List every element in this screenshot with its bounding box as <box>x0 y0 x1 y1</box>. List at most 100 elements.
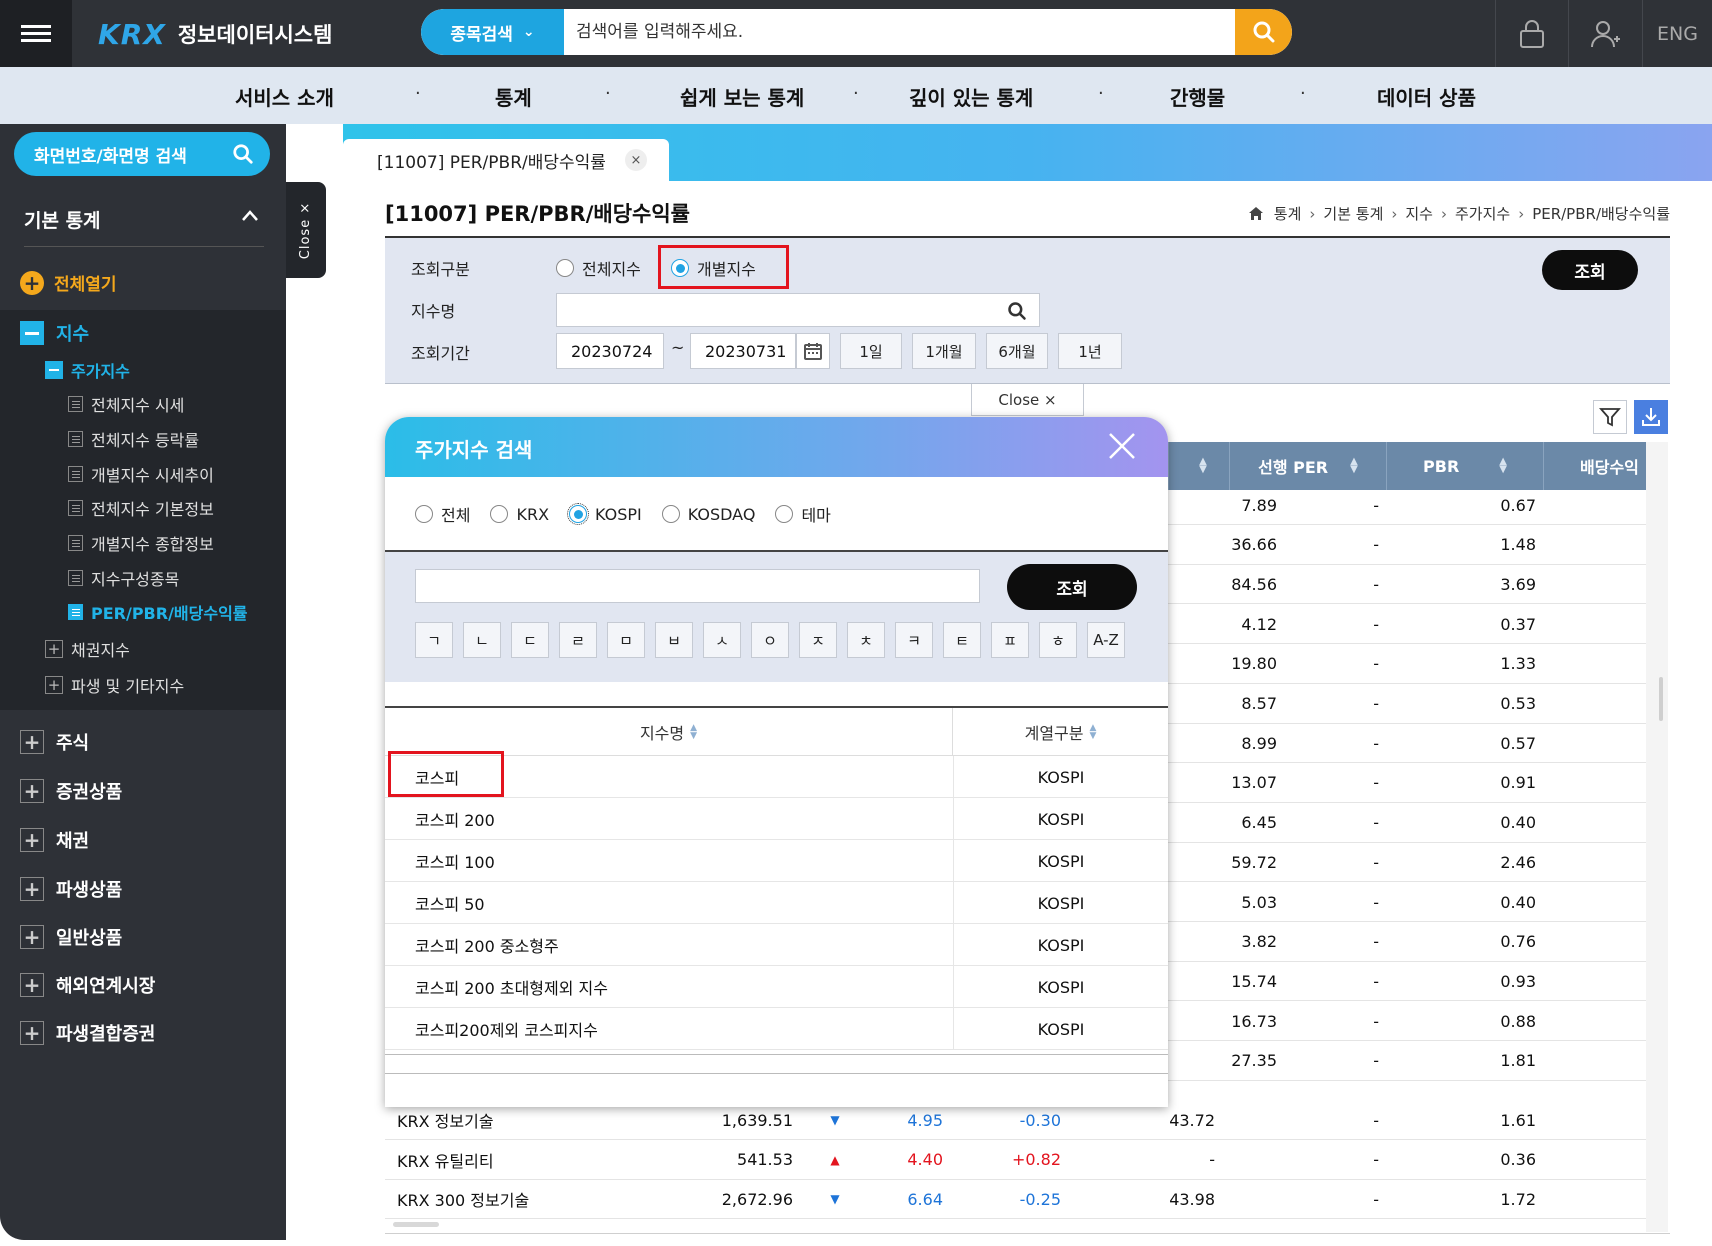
user-add-button[interactable] <box>1568 0 1642 67</box>
table-row[interactable]: KRX 유틸리티 541.53 ▲ 4.40 +0.82- -0.36 <box>385 1140 1646 1180</box>
horizontal-scrollbar-thumb[interactable] <box>393 1222 439 1227</box>
search-input[interactable] <box>576 9 1146 55</box>
search-icon[interactable] <box>1007 301 1027 321</box>
consonant-button[interactable]: ㄹ <box>559 622 597 658</box>
consonant-button[interactable]: ㅈ <box>799 622 837 658</box>
sidebar-item-all-index-quote[interactable]: 전체지수 시세 <box>68 392 184 416</box>
sidebar-item-overseas[interactable]: + 해외연계시장 <box>20 972 155 998</box>
sidebar-item-index-components[interactable]: 지수구성종목 <box>68 566 179 590</box>
consonant-button[interactable]: ㅅ <box>703 622 741 658</box>
consonant-button[interactable]: ㅌ <box>943 622 981 658</box>
search-button[interactable] <box>1235 9 1292 55</box>
consonant-button[interactable]: ㅎ <box>1039 622 1077 658</box>
sidebar-item-stock[interactable]: + 주식 <box>20 729 89 755</box>
breadcrumb-item[interactable]: PER/PBR/배당수익률 <box>1532 203 1670 224</box>
sidebar-item-derivatives[interactable]: + 파생상품 <box>20 876 122 902</box>
tab-per-pbr[interactable]: [11007] PER/PBR/배당수익률 × <box>343 139 669 181</box>
column-header-forward-per[interactable]: 선행 PER ▲ ▼ <box>1229 442 1386 490</box>
sidebar-item-stock-index[interactable]: 주가지수 <box>45 358 130 382</box>
nav-publications[interactable]: 간행물 <box>1170 82 1225 111</box>
sidebar-item-per-pbr[interactable]: PER/PBR/배당수익률 <box>68 600 248 624</box>
screen-search-button[interactable]: 화면번호/화면명 검색 <box>14 132 270 176</box>
close-icon[interactable] <box>1106 430 1138 462</box>
calendar-button[interactable] <box>796 333 830 369</box>
breadcrumb-item[interactable]: 주가지수 <box>1455 203 1510 224</box>
list-item[interactable]: 코스피 200 초대형제외 지수 KOSPI <box>385 966 1168 1008</box>
list-item[interactable]: 코스피200제외 코스피지수 KOSPI <box>385 1008 1168 1050</box>
consonant-button[interactable]: ㅋ <box>895 622 933 658</box>
breadcrumb-item[interactable]: 기본 통계 <box>1323 203 1383 224</box>
consonant-button[interactable]: ㅍ <box>991 622 1029 658</box>
sidebar-item-bond[interactable]: + 채권 <box>20 827 89 853</box>
lock-button[interactable] <box>1495 0 1568 67</box>
period-1day-button[interactable]: 1일 <box>840 333 902 369</box>
query-button[interactable]: 조회 <box>1542 250 1638 290</box>
modal-search-input[interactable] <box>415 569 980 603</box>
nav-stats[interactable]: 통계 <box>495 82 532 111</box>
period-1month-button[interactable]: 1개월 <box>912 333 976 369</box>
sidebar-item-bond-index[interactable]: + 채권지수 <box>45 637 130 661</box>
sidebar-item-securities-products[interactable]: + 증권상품 <box>20 778 122 804</box>
consonant-button[interactable]: ㅇ <box>751 622 789 658</box>
vertical-scrollbar[interactable] <box>1646 442 1668 1232</box>
sidebar-item-derivative-linked[interactable]: + 파생결합증권 <box>20 1020 155 1046</box>
period-1year-button[interactable]: 1년 <box>1058 333 1122 369</box>
date-from-input[interactable]: 20230724 <box>556 333 664 369</box>
column-header-dividend-yield[interactable]: 배당수익 <box>1543 442 1646 490</box>
sidebar-item-index-basic-info[interactable]: 전체지수 기본정보 <box>68 496 214 520</box>
download-button[interactable] <box>1634 400 1668 434</box>
chevron-up-icon[interactable] <box>240 206 260 226</box>
consonant-button[interactable]: ㄷ <box>511 622 549 658</box>
column-header-pbr[interactable]: PBR ▲ ▼ <box>1386 442 1543 490</box>
hamburger-menu-icon[interactable] <box>0 0 72 67</box>
consonant-button[interactable]: ㅊ <box>847 622 885 658</box>
expand-all-button[interactable]: + 전체열기 <box>20 270 117 295</box>
list-item[interactable]: 코스피 50 KOSPI <box>385 882 1168 924</box>
filter-button[interactable] <box>1593 400 1627 434</box>
cell-pbr: 0.93 <box>1500 971 1536 991</box>
consonant-button[interactable]: ㅂ <box>655 622 693 658</box>
table-row[interactable]: KRX 300 정보기술 2,672.96 ▼ 6.64 -0.25 43.98-1.72 <box>385 1179 1646 1219</box>
language-toggle[interactable]: ENG <box>1642 0 1712 67</box>
list-item[interactable]: 코스피 200 중소형주 KOSPI <box>385 924 1168 966</box>
consonant-button[interactable]: ㄱ <box>415 622 453 658</box>
sidebar-item-index[interactable]: 지수 <box>20 320 89 346</box>
consonant-button[interactable]: ㄴ <box>463 622 501 658</box>
column-header-index-name[interactable]: 지수명 ▲ ▼ <box>385 708 953 756</box>
nav-easy-stats[interactable]: 쉽게 보는 통계 <box>680 82 804 111</box>
search-category-dropdown[interactable]: 종목검색 ⌄ <box>421 9 564 55</box>
nav-service[interactable]: 서비스 소개 <box>235 82 334 111</box>
list-item[interactable]: 코스피 100 KOSPI <box>385 840 1168 882</box>
radio-krx[interactable]: KRX <box>490 502 549 526</box>
logo[interactable]: KRX 정보데이터시스템 <box>98 14 332 54</box>
radio-theme[interactable]: 테마 <box>775 502 831 526</box>
nav-data-products[interactable]: 데이터 상품 <box>1377 82 1476 111</box>
sidebar-item-index-trend[interactable]: 개별지수 시세추이 <box>68 462 214 486</box>
radio-all[interactable]: 전체 <box>415 502 470 526</box>
sidebar-section-title: 기본 통계 <box>24 210 101 232</box>
consonant-button[interactable]: ㅁ <box>607 622 645 658</box>
modal-query-button[interactable]: 조회 <box>1007 564 1137 610</box>
sidebar-item-all-index-change[interactable]: 전체지수 등락률 <box>68 427 199 451</box>
index-name-input[interactable] <box>556 293 1040 327</box>
close-icon[interactable]: × <box>625 149 647 171</box>
sidebar-item-commodities[interactable]: + 일반상품 <box>20 924 122 950</box>
list-item[interactable]: 코스피 200 KOSPI <box>385 798 1168 840</box>
consonant-button[interactable]: A-Z <box>1087 622 1125 658</box>
column-header-group[interactable]: 계열구분 ▲ ▼ <box>953 708 1168 756</box>
sidebar-item-derivative-index[interactable]: + 파생 및 기타지수 <box>45 673 184 697</box>
period-6month-button[interactable]: 6개월 <box>986 333 1048 369</box>
breadcrumb-item[interactable]: 통계 <box>1274 203 1302 224</box>
radio-kospi[interactable]: KOSPI <box>567 502 642 526</box>
radio-kosdaq[interactable]: KOSDAQ <box>661 502 755 526</box>
nav-deep-stats[interactable]: 깊이 있는 통계 <box>909 82 1033 111</box>
scrollbar-thumb[interactable] <box>1659 677 1663 721</box>
breadcrumb-item[interactable]: 지수 <box>1405 203 1433 224</box>
column-header-per-sort[interactable]: ▲ ▼ <box>1168 442 1229 490</box>
filter-close-handle[interactable]: Close × <box>971 384 1084 416</box>
radio-all-index[interactable]: 전체지수 <box>556 256 641 280</box>
home-icon[interactable] <box>1248 206 1264 221</box>
sidebar-item-index-summary[interactable]: 개별지수 종합정보 <box>68 531 214 555</box>
date-to-input[interactable]: 20230731 <box>690 333 796 369</box>
sidebar-close-tab[interactable]: Close × <box>286 182 326 278</box>
